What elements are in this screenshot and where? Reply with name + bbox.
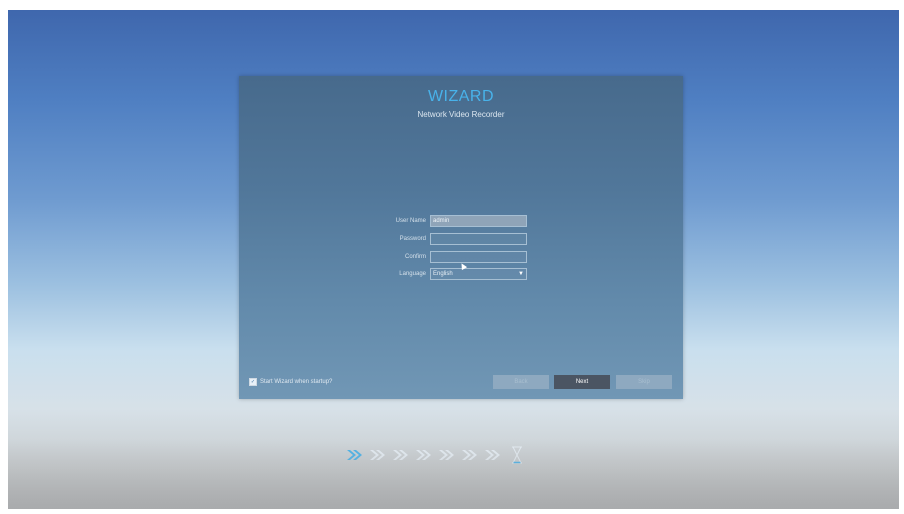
username-label: User Name — [395, 218, 426, 224]
step-5-chevron-icon — [439, 450, 454, 460]
username-field[interactable]: admin — [430, 215, 527, 227]
start-wizard-checkbox[interactable]: ✓ — [249, 378, 257, 386]
step-3-chevron-icon — [393, 450, 408, 460]
language-select[interactable]: English ▼ — [430, 268, 527, 280]
step-4-chevron-icon — [416, 450, 431, 460]
confirm-label: Confirm — [404, 254, 426, 260]
password-field[interactable] — [430, 233, 527, 245]
start-wizard-label: Start Wizard when startup? — [260, 379, 333, 385]
wizard-subtitle: Network Video Recorder — [417, 110, 505, 119]
password-label: Password — [399, 236, 426, 242]
next-button[interactable]: Next — [554, 375, 610, 389]
hourglass-icon — [512, 446, 522, 464]
language-selected-value: English — [433, 271, 453, 277]
step-6-chevron-icon — [462, 450, 477, 460]
chevron-down-icon: ▼ — [518, 271, 524, 277]
step-2-chevron-icon — [370, 450, 385, 460]
wizard-dialog: WIZARD Network Video Recorder User Name … — [239, 76, 683, 399]
back-button[interactable]: Back — [493, 375, 549, 389]
start-wizard-option[interactable]: ✓ Start Wizard when startup? — [249, 378, 332, 386]
step-1-chevron-icon — [347, 450, 362, 460]
wizard-progress — [346, 446, 523, 464]
confirm-password-field[interactable] — [430, 251, 527, 263]
wizard-title: WIZARD — [427, 88, 495, 105]
skip-button[interactable]: Skip — [616, 375, 672, 389]
desktop-background: WIZARD Network Video Recorder User Name … — [8, 10, 899, 509]
language-label: Language — [399, 271, 426, 277]
step-7-chevron-icon — [485, 450, 500, 460]
